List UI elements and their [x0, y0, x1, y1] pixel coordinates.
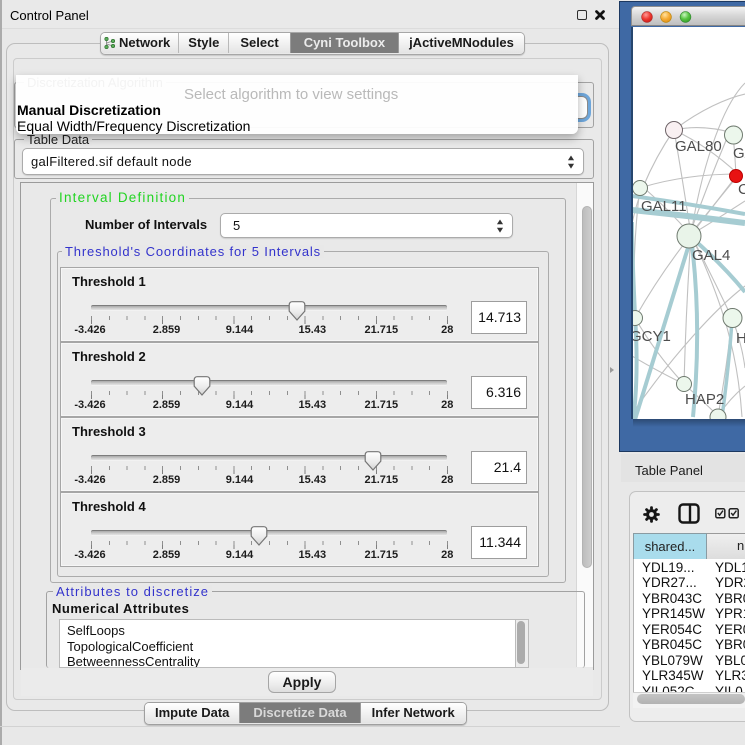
svg-text:GAL11: GAL11 — [641, 198, 687, 215]
svg-text:C: C — [738, 181, 745, 198]
svg-text:GAL4: GAL4 — [692, 247, 730, 264]
svg-text:GCY1: GCY1 — [633, 328, 671, 345]
svg-text:HAP2: HAP2 — [685, 391, 724, 408]
svg-text:GAL80: GAL80 — [675, 138, 722, 155]
svg-text:H: H — [736, 330, 745, 347]
svg-text:GA: GA — [733, 145, 745, 162]
